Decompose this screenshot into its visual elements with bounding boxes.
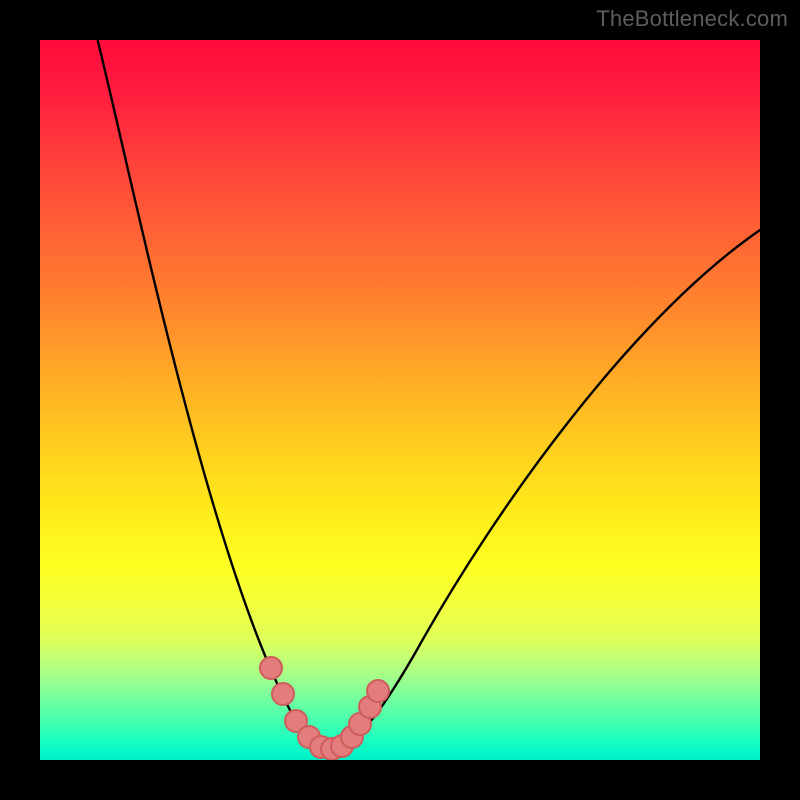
marker-dot	[272, 683, 294, 705]
watermark-text: TheBottleneck.com	[596, 6, 788, 32]
marker-dot	[367, 680, 389, 702]
marker-dot	[260, 657, 282, 679]
curve-layer	[40, 40, 760, 760]
bottleneck-curve	[98, 40, 760, 749]
marker-group	[260, 657, 389, 760]
chart-frame: TheBottleneck.com	[0, 0, 800, 800]
plot-area	[40, 40, 760, 760]
